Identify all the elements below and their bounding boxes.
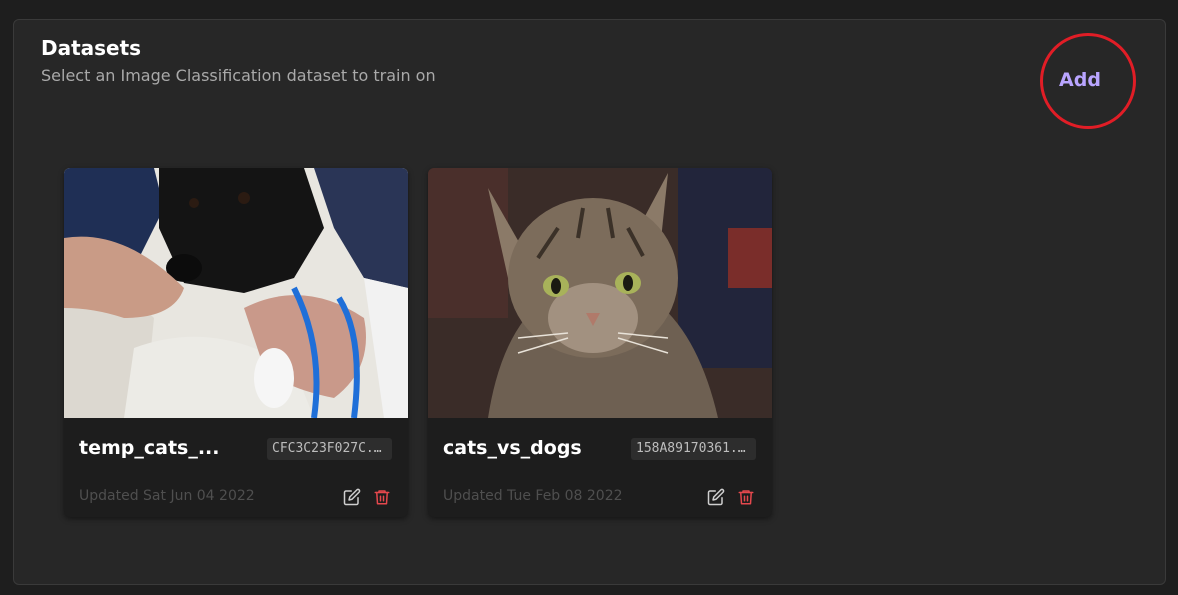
trash-icon[interactable] (735, 486, 757, 508)
dataset-updated: Updated Tue Feb 08 2022 (443, 488, 623, 504)
dataset-name: temp_cats_... (79, 437, 220, 459)
dataset-id-badge: 158A89170361... (631, 438, 756, 460)
dataset-updated: Updated Sat Jun 04 2022 (79, 488, 255, 504)
dataset-id-badge: CFC3C23F027C... (267, 438, 392, 460)
trash-icon[interactable] (371, 486, 393, 508)
cat-photo-icon (428, 168, 772, 418)
page-title: Datasets (41, 36, 142, 60)
add-dataset-button[interactable]: Add (1040, 60, 1120, 100)
dog-photo-icon (64, 168, 408, 418)
dataset-card[interactable]: temp_cats_... CFC3C23F027C... Updated Sa… (64, 168, 408, 517)
edit-icon[interactable] (341, 486, 363, 508)
dataset-card[interactable]: cats_vs_dogs 158A89170361... Updated Tue… (428, 168, 772, 517)
page-subtitle: Select an Image Classification dataset t… (41, 66, 436, 85)
dataset-name: cats_vs_dogs (443, 437, 582, 459)
edit-icon[interactable] (705, 486, 727, 508)
datasets-header: Datasets Select an Image Classification … (41, 34, 436, 86)
